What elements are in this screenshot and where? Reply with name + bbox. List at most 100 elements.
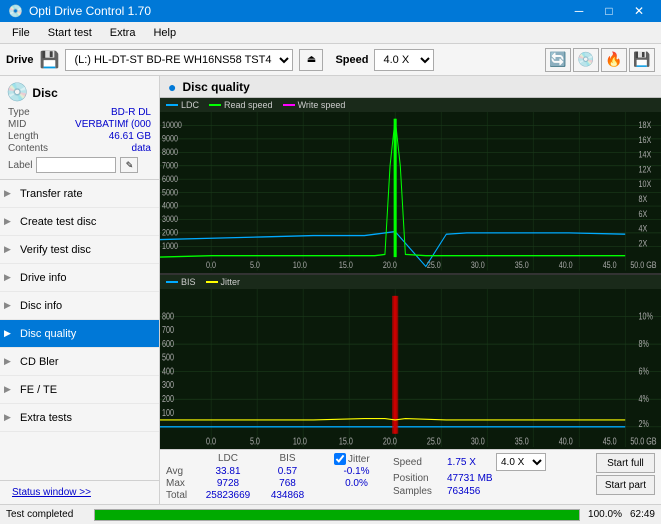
svg-text:4000: 4000: [162, 200, 178, 211]
disc-length-value: 46.61 GB: [109, 131, 151, 142]
disc-section-icon: 💿: [6, 82, 28, 103]
sidebar-item-verify-test-disc[interactable]: ▶ Verify test disc: [0, 236, 159, 264]
svg-text:10.0: 10.0: [293, 435, 307, 446]
jitter-checkbox[interactable]: [334, 453, 346, 465]
charts-area: LDC Read speed Write speed: [160, 98, 661, 449]
svg-text:14X: 14X: [639, 149, 652, 160]
max-jitter: 0.0%: [334, 478, 379, 489]
total-bis: 434868: [260, 490, 315, 501]
svg-text:45.0: 45.0: [603, 259, 617, 270]
disc-length-label: Length: [8, 131, 39, 142]
drive-select[interactable]: (L:) HL-DT-ST BD-RE WH16NS58 TST4: [65, 49, 293, 71]
sidebar-item-disc-info[interactable]: ▶ Disc info: [0, 292, 159, 320]
speed-select[interactable]: 4.0 X: [374, 49, 434, 71]
sidebar-item-disc-quality[interactable]: ▶ Disc quality: [0, 320, 159, 348]
bis-header: BIS: [260, 453, 315, 465]
nav-arrow-icon: ▶: [4, 356, 11, 367]
svg-text:800: 800: [162, 310, 174, 321]
svg-text:8X: 8X: [639, 193, 648, 204]
eject-button[interactable]: ⏏: [299, 49, 323, 71]
sidebar: 💿 Disc Type BD-R DL MID VERBATIMf (000 L…: [0, 76, 160, 504]
disc-label-input[interactable]: [36, 157, 116, 173]
disc-label-row: Label ✎: [6, 157, 153, 173]
svg-text:30.0: 30.0: [471, 435, 485, 446]
svg-text:15.0: 15.0: [339, 435, 353, 446]
disc-mid-row: MID VERBATIMf (000: [6, 119, 153, 130]
start-full-button[interactable]: Start full: [596, 453, 655, 473]
legend-ldc-label: LDC: [181, 100, 199, 110]
nav-arrow-icon: ▶: [4, 188, 11, 199]
sidebar-item-label: FE / TE: [20, 384, 57, 396]
start-part-button[interactable]: Start part: [596, 475, 655, 495]
title-bar-controls: ─ □ ✕: [565, 1, 653, 21]
top-chart-svg: 10000 9000 8000 7000 6000 5000 4000 3000…: [160, 112, 661, 271]
legend-jitter: Jitter: [206, 277, 241, 287]
svg-text:30.0: 30.0: [471, 259, 485, 270]
sidebar-item-cd-bler[interactable]: ▶ CD Bler: [0, 348, 159, 376]
svg-text:20.0: 20.0: [383, 435, 397, 446]
menu-start-test[interactable]: Start test: [40, 25, 100, 41]
sidebar-item-extra-tests[interactable]: ▶ Extra tests: [0, 404, 159, 432]
stats-bar: LDC BIS Jitter Avg 33.81 0.57 -0.1%: [160, 449, 661, 504]
sidebar-item-create-test-disc[interactable]: ▶ Create test disc: [0, 208, 159, 236]
refresh-button[interactable]: 🔄: [545, 48, 571, 72]
status-bar: Test completed 100.0% 62:49: [0, 504, 661, 524]
jitter-checkbox-container: Jitter: [334, 453, 370, 465]
position-value: 47731 MB: [447, 473, 493, 484]
title-bar-left: 💿 Opti Drive Control 1.70: [8, 4, 151, 18]
stats-headers: LDC BIS Jitter: [166, 453, 379, 465]
stats-table: LDC BIS Jitter Avg 33.81 0.57 -0.1%: [166, 453, 379, 501]
drive-label: Drive: [6, 54, 34, 66]
disc-label-key: Label: [8, 160, 32, 171]
status-window-button[interactable]: Status window >>: [6, 485, 97, 500]
svg-text:16X: 16X: [639, 134, 652, 145]
disc-button[interactable]: 💿: [573, 48, 599, 72]
svg-text:600: 600: [162, 337, 174, 348]
close-button[interactable]: ✕: [625, 1, 653, 21]
status-window-section: Status window >>: [0, 480, 159, 504]
minimize-button[interactable]: ─: [565, 1, 593, 21]
sidebar-item-fe-te[interactable]: ▶ FE / TE: [0, 376, 159, 404]
max-ldc: 9728: [198, 478, 258, 489]
test-speed-select[interactable]: 4.0 X: [496, 453, 546, 471]
position-key: Position: [393, 473, 443, 484]
maximize-button[interactable]: □: [595, 1, 623, 21]
save-button[interactable]: 💾: [629, 48, 655, 72]
ldc-header: LDC: [198, 453, 258, 465]
svg-text:0.0: 0.0: [206, 435, 216, 446]
nav-arrow-icon: ▶: [4, 384, 11, 395]
disc-length-row: Length 46.61 GB: [6, 131, 153, 142]
speed-value: 1.75 X: [447, 457, 492, 468]
position-row: Position 47731 MB: [393, 473, 546, 484]
svg-text:6000: 6000: [162, 173, 178, 184]
sidebar-item-label: Create test disc: [20, 216, 96, 228]
disc-type-label: Type: [8, 107, 30, 118]
svg-text:9000: 9000: [162, 133, 178, 144]
svg-text:300: 300: [162, 379, 174, 390]
avg-bis: 0.57: [260, 466, 315, 477]
svg-text:200: 200: [162, 392, 174, 403]
nav-arrow-icon: ▶: [4, 216, 11, 227]
sidebar-item-label: CD Bler: [20, 356, 59, 368]
svg-text:2%: 2%: [639, 417, 650, 428]
menu-help[interactable]: Help: [145, 25, 184, 41]
sidebar-item-transfer-rate[interactable]: ▶ Transfer rate: [0, 180, 159, 208]
svg-text:35.0: 35.0: [515, 435, 529, 446]
svg-text:10X: 10X: [639, 178, 652, 189]
svg-text:25.0: 25.0: [427, 435, 441, 446]
content-area: ● Disc quality LDC Read speed: [160, 76, 661, 504]
sidebar-item-label: Disc quality: [20, 328, 76, 340]
app-icon: 💿: [8, 4, 23, 18]
disc-mid-label: MID: [8, 119, 26, 130]
legend-read-speed-color: [209, 104, 221, 106]
sidebar-item-drive-info[interactable]: ▶ Drive info: [0, 264, 159, 292]
menu-extra[interactable]: Extra: [102, 25, 144, 41]
nav-arrow-icon: ▶: [4, 412, 11, 423]
disc-contents-row: Contents data: [6, 143, 153, 154]
stats-avg-row: Avg 33.81 0.57 -0.1%: [166, 466, 379, 477]
legend-write-speed-label: Write speed: [298, 100, 346, 110]
svg-text:5000: 5000: [162, 186, 178, 197]
menu-file[interactable]: File: [4, 25, 38, 41]
burn-button[interactable]: 🔥: [601, 48, 627, 72]
label-edit-button[interactable]: ✎: [120, 157, 138, 173]
